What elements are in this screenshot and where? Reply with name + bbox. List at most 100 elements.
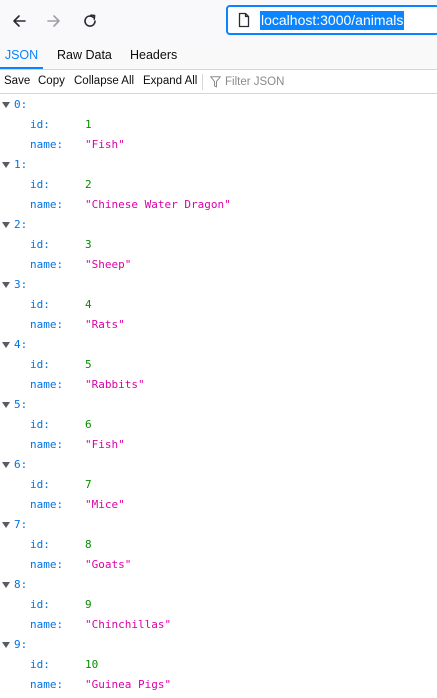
array-item-row[interactable]: 7:: [0, 515, 437, 535]
property-key: id:: [30, 658, 50, 671]
copy-button[interactable]: Copy: [38, 70, 65, 93]
array-item-row[interactable]: 5:: [0, 395, 437, 415]
property-row-name: name: "Fish": [0, 135, 437, 155]
number-value: 10: [85, 658, 99, 671]
tab-json[interactable]: JSON: [0, 41, 43, 69]
property-row-id: id: 7: [0, 475, 437, 495]
forward-button[interactable]: [39, 6, 69, 36]
number-value: 9: [85, 598, 92, 611]
number-value: 1: [85, 118, 92, 131]
property-row-id: id: 2: [0, 175, 437, 195]
address-bar[interactable]: localhost:3000/animals: [226, 5, 437, 35]
expand-twisty-icon[interactable]: [2, 282, 10, 288]
array-index: 9:: [14, 638, 28, 651]
expand-twisty-icon[interactable]: [2, 642, 10, 648]
tab-headers[interactable]: Headers: [130, 41, 177, 69]
reload-icon: [84, 14, 96, 27]
property-row-id: id: 8: [0, 535, 437, 555]
property-key: id:: [30, 178, 50, 191]
array-index: 2:: [14, 218, 28, 231]
json-action-bar: Save Copy Collapse All Expand All: [0, 70, 437, 94]
property-row-name: name: "Chinese Water Dragon": [0, 195, 437, 215]
expand-twisty-icon[interactable]: [2, 462, 10, 468]
string-value: "Goats": [85, 558, 132, 571]
property-key: id:: [30, 478, 50, 491]
number-value: 6: [85, 418, 92, 431]
property-row-name: name: "Goats": [0, 555, 437, 575]
tab-raw-data[interactable]: Raw Data: [57, 41, 112, 69]
json-viewer-tabs: JSON Raw Data Headers: [0, 41, 437, 70]
array-index: 7:: [14, 518, 28, 531]
property-key: id:: [30, 358, 50, 371]
number-value: 2: [85, 178, 92, 191]
string-value: "Mice": [85, 498, 125, 511]
browser-toolbar: localhost:3000/animals: [0, 0, 437, 41]
string-value: "Chinese Water Dragon": [85, 198, 231, 211]
url-text[interactable]: localhost:3000/animals: [260, 11, 405, 30]
property-key: name:: [30, 558, 64, 571]
property-key: name:: [30, 318, 64, 331]
property-row-id: id: 1: [0, 115, 437, 135]
collapse-all-button[interactable]: Collapse All: [74, 70, 134, 93]
string-value: "Fish": [85, 138, 125, 151]
page-icon: [238, 12, 250, 28]
filter-json-input[interactable]: [225, 72, 425, 91]
string-value: "Guinea Pigs": [85, 678, 172, 691]
property-row-id: id: 3: [0, 235, 437, 255]
array-index: 1:: [14, 158, 28, 171]
array-item-row[interactable]: 1:: [0, 155, 437, 175]
array-item-row[interactable]: 0:: [0, 95, 437, 115]
property-row-name: name: "Rabbits": [0, 375, 437, 395]
number-value: 7: [85, 478, 92, 491]
array-item-row[interactable]: 4:: [0, 335, 437, 355]
expand-twisty-icon[interactable]: [2, 582, 10, 588]
property-row-name: name: "Rats": [0, 315, 437, 335]
property-row-id: id: 10: [0, 655, 437, 675]
property-row-name: name: "Guinea Pigs": [0, 675, 437, 695]
string-value: "Rabbits": [85, 378, 145, 391]
back-arrow-icon: [13, 15, 26, 27]
string-value: "Chinchillas": [85, 618, 172, 631]
expand-all-button[interactable]: Expand All: [143, 70, 197, 93]
string-value: "Fish": [85, 438, 125, 451]
property-key: id:: [30, 118, 50, 131]
property-row-id: id: 9: [0, 595, 437, 615]
number-value: 3: [85, 238, 92, 251]
array-index: 8:: [14, 578, 28, 591]
array-item-row[interactable]: 6:: [0, 455, 437, 475]
number-value: 8: [85, 538, 92, 551]
json-tree: 0: id: 1 name: "Fish" 1: id: 2 name: "Ch…: [0, 95, 437, 695]
property-row-name: name: "Fish": [0, 435, 437, 455]
expand-twisty-icon[interactable]: [2, 162, 10, 168]
expand-twisty-icon[interactable]: [2, 342, 10, 348]
save-button[interactable]: Save: [4, 70, 30, 93]
property-key: id:: [30, 298, 50, 311]
property-row-name: name: "Chinchillas": [0, 615, 437, 635]
expand-twisty-icon[interactable]: [2, 102, 10, 108]
property-key: name:: [30, 378, 64, 391]
reload-button[interactable]: [75, 6, 105, 36]
property-row-id: id: 5: [0, 355, 437, 375]
expand-twisty-icon[interactable]: [2, 522, 10, 528]
property-row-id: id: 4: [0, 295, 437, 315]
array-index: 0:: [14, 98, 28, 111]
property-key: name:: [30, 138, 64, 151]
number-value: 5: [85, 358, 92, 371]
array-index: 3:: [14, 278, 28, 291]
back-button[interactable]: [4, 6, 34, 36]
property-row-id: id: 6: [0, 415, 437, 435]
array-index: 4:: [14, 338, 28, 351]
property-key: name:: [30, 258, 64, 271]
expand-twisty-icon[interactable]: [2, 222, 10, 228]
expand-twisty-icon[interactable]: [2, 402, 10, 408]
array-item-row[interactable]: 3:: [0, 275, 437, 295]
array-item-row[interactable]: 2:: [0, 215, 437, 235]
array-item-row[interactable]: 9:: [0, 635, 437, 655]
array-item-row[interactable]: 8:: [0, 575, 437, 595]
array-index: 6:: [14, 458, 28, 471]
property-row-name: name: "Sheep": [0, 255, 437, 275]
forward-arrow-icon: [47, 15, 60, 27]
property-key: id:: [30, 238, 50, 251]
toolbar-divider: [202, 74, 203, 90]
property-key: id:: [30, 418, 50, 431]
